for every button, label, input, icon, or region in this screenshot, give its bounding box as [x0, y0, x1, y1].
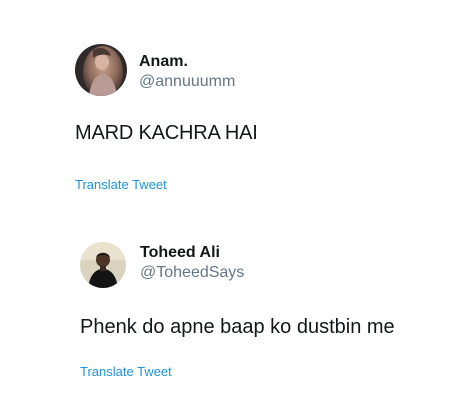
avatar[interactable] — [80, 242, 126, 288]
translate-tweet-link[interactable]: Translate Tweet — [80, 364, 172, 379]
translate-tweet-link[interactable]: Translate Tweet — [75, 177, 167, 192]
tweet-text: Phenk do apne baap ko dustbin me — [80, 316, 395, 338]
tweet-card: Toheed Ali @ToheedSays Phenk do apne baa… — [0, 215, 450, 408]
user-handle[interactable]: @annuuumm — [139, 73, 235, 91]
display-name[interactable]: Anam. — [139, 53, 188, 71]
avatar-photo-icon — [75, 44, 127, 96]
avatar-photo-icon — [80, 242, 126, 288]
user-handle[interactable]: @ToheedSays — [140, 264, 244, 282]
tweet-card: Anam. @annuuumm MARD KACHRA HAI Translat… — [0, 0, 450, 215]
tweet-text: MARD KACHRA HAI — [75, 122, 258, 144]
display-name[interactable]: Toheed Ali — [140, 244, 220, 262]
avatar[interactable] — [75, 44, 127, 96]
